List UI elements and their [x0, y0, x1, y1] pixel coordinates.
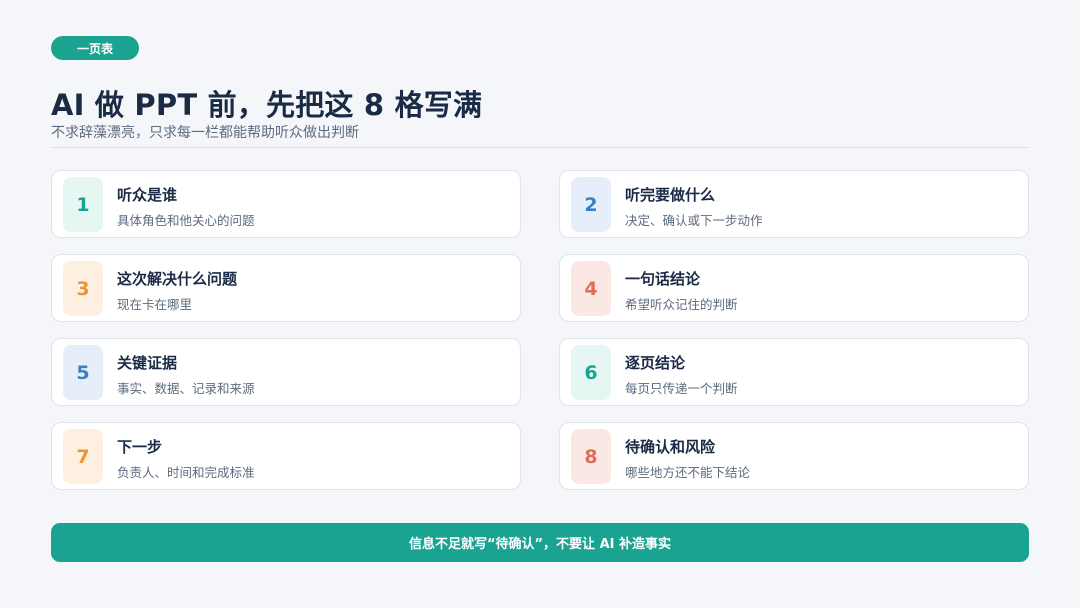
card-description: 现在卡在哪里 — [117, 297, 193, 312]
card-7: 7 下一步 负责人、时间和完成标准 — [51, 422, 521, 490]
card-description: 每页只传递一个判断 — [625, 381, 738, 396]
card-1: 1 听众是谁 具体角色和他关心的问题 — [51, 170, 521, 238]
card-5: 5 关键证据 事实、数据、记录和来源 — [51, 338, 521, 406]
card-description: 希望听众记住的判断 — [625, 297, 738, 312]
footer-note-banner: 信息不足就写“待确认”，不要让 AI 补造事实 — [51, 523, 1029, 562]
card-description: 决定、确认或下一步动作 — [625, 213, 763, 228]
card-title: 待确认和风险 — [625, 438, 716, 456]
card-6: 6 逐页结论 每页只传递一个判断 — [559, 338, 1029, 406]
card-number-badge: 2 — [571, 177, 611, 232]
card-2: 2 听完要做什么 决定、确认或下一步动作 — [559, 170, 1029, 238]
page-subtitle: 不求辞藻漂亮，只求每一栏都能帮助听众做出判断 — [51, 125, 359, 141]
card-number-badge: 6 — [571, 345, 611, 400]
card-description: 负责人、时间和完成标准 — [117, 465, 255, 480]
card-title: 逐页结论 — [625, 354, 686, 372]
card-number-badge: 3 — [63, 261, 103, 316]
section-tag: 一页表 — [51, 36, 139, 60]
card-8: 8 待确认和风险 哪些地方还不能下结论 — [559, 422, 1029, 490]
card-number-badge: 5 — [63, 345, 103, 400]
card-3: 3 这次解决什么问题 现在卡在哪里 — [51, 254, 521, 322]
card-title: 关键证据 — [117, 354, 178, 372]
card-title: 这次解决什么问题 — [117, 270, 238, 288]
card-4: 4 一句话结论 希望听众记住的判断 — [559, 254, 1029, 322]
page-title: AI 做 PPT 前，先把这 8 格写满 — [51, 88, 483, 122]
card-description: 具体角色和他关心的问题 — [117, 213, 255, 228]
card-title: 听众是谁 — [117, 186, 178, 204]
card-description: 事实、数据、记录和来源 — [117, 381, 255, 396]
card-title: 听完要做什么 — [625, 186, 716, 204]
card-title: 下一步 — [117, 438, 163, 456]
card-number-badge: 8 — [571, 429, 611, 484]
card-number-badge: 4 — [571, 261, 611, 316]
card-description: 哪些地方还不能下结论 — [625, 465, 751, 480]
card-title: 一句话结论 — [625, 270, 701, 288]
card-number-badge: 7 — [63, 429, 103, 484]
card-number-badge: 1 — [63, 177, 103, 232]
divider — [51, 147, 1029, 148]
